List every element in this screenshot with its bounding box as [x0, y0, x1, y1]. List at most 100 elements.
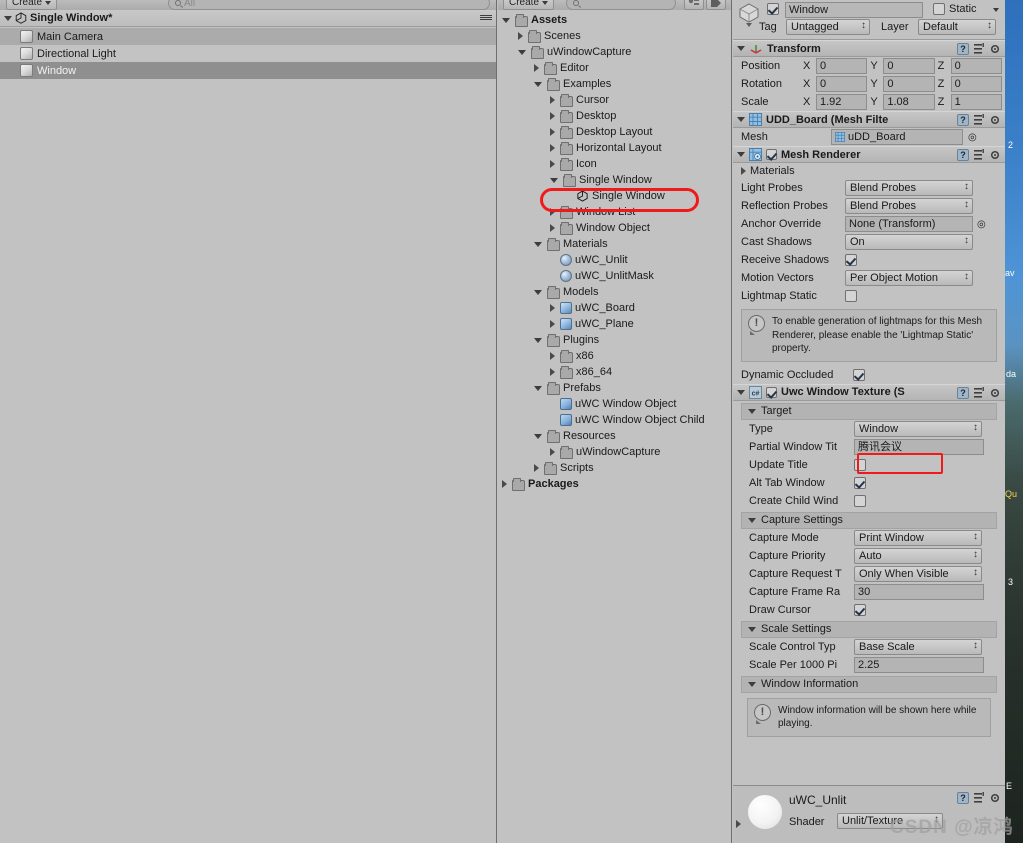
chevron-right-icon[interactable]	[550, 352, 555, 360]
hierarchy-item-directional-light[interactable]: Directional Light	[0, 45, 496, 62]
static-dropdown-icon[interactable]	[993, 8, 999, 12]
section-header-scale-settings[interactable]: Scale Settings	[741, 620, 997, 638]
update-title-checkbox[interactable]	[854, 458, 866, 471]
transform-scale-z-input[interactable]: 1	[950, 94, 1002, 110]
project-item-models[interactable]: Models	[498, 284, 731, 300]
chevron-right-icon[interactable]	[550, 208, 555, 216]
chevron-right-icon[interactable]	[550, 320, 555, 328]
project-item-uwc-board[interactable]: uWC_Board	[498, 300, 731, 316]
partial-window-tit-input[interactable]: 腾讯会议	[854, 438, 984, 455]
chevron-down-icon[interactable]	[748, 408, 756, 414]
chevron-right-icon[interactable]	[550, 368, 555, 376]
chevron-right-icon[interactable]	[502, 480, 507, 488]
hierarchy-search-input[interactable]: All	[168, 0, 490, 10]
chevron-right-icon[interactable]	[518, 32, 523, 40]
static-checkbox[interactable]	[933, 3, 945, 16]
gear-icon[interactable]	[989, 387, 1001, 399]
hamburger-menu-icon[interactable]	[480, 14, 492, 21]
gameobject-name-input[interactable]: Window	[785, 2, 923, 18]
project-item-materials[interactable]: Materials	[498, 236, 731, 252]
dynamic-occluded-checkbox[interactable]	[853, 368, 865, 381]
project-item-editor[interactable]: Editor	[498, 60, 731, 76]
chevron-down-icon[interactable]	[534, 433, 542, 439]
object-picker-icon[interactable]: ◎	[968, 132, 977, 143]
transform-rotation-y-input[interactable]: 0	[883, 76, 935, 92]
chevron-down-icon[interactable]	[737, 389, 745, 395]
tag-dropdown[interactable]: Untagged	[786, 19, 870, 35]
light-probes-dropdown[interactable]: Blend Probes	[845, 180, 973, 196]
preset-icon[interactable]	[973, 792, 985, 804]
capture-frame-ra-input[interactable]: 30	[854, 583, 984, 600]
transform-component-header[interactable]: Transform ?	[733, 40, 1005, 57]
project-item-uwindowcapture[interactable]: uWindowCapture	[498, 444, 731, 460]
meshfilter-component-header[interactable]: UDD_Board (Mesh Filte ?	[733, 111, 1005, 128]
project-create-button[interactable]: Create	[503, 0, 555, 10]
meshrenderer-enabled-checkbox[interactable]	[766, 149, 777, 160]
capture-priority-dropdown[interactable]: Auto	[854, 547, 982, 564]
project-item-x86-64[interactable]: x86_64	[498, 364, 731, 380]
chevron-down-icon[interactable]	[737, 117, 745, 122]
chevron-right-icon[interactable]	[550, 112, 555, 120]
component-buttons[interactable]: ?	[957, 43, 1001, 55]
alt-tab-window-checkbox[interactable]	[854, 476, 866, 489]
capture-mode-dropdown[interactable]: Print Window	[854, 529, 982, 546]
hierarchy-create-button[interactable]: Create	[6, 0, 58, 10]
scene-header-row[interactable]: Single Window*	[0, 10, 496, 27]
project-item-plugins[interactable]: Plugins	[498, 332, 731, 348]
object-picker-icon[interactable]: ◎	[977, 219, 986, 230]
help-icon[interactable]: ?	[957, 386, 969, 399]
uwcwindowtexture-component-header[interactable]: c# Uwc Window Texture (S ?	[733, 383, 1005, 401]
project-item-desktop-layout[interactable]: Desktop Layout	[498, 124, 731, 140]
preset-icon[interactable]	[973, 149, 985, 161]
chevron-down-icon[interactable]	[534, 385, 542, 391]
transform-rotation-x-input[interactable]: 0	[816, 76, 868, 92]
chevron-down-icon[interactable]	[748, 681, 756, 687]
transform-position-z-input[interactable]: 0	[950, 58, 1002, 74]
project-item-desktop[interactable]: Desktop	[498, 108, 731, 124]
gear-icon[interactable]	[989, 43, 1001, 55]
component-buttons[interactable]: ?	[957, 386, 1001, 399]
chevron-down-icon[interactable]	[748, 517, 756, 523]
gear-icon[interactable]	[989, 149, 1001, 161]
project-item-single-window[interactable]: Single Window	[498, 172, 731, 188]
meshrenderer-component-header[interactable]: Mesh Renderer ?	[733, 146, 1005, 163]
project-item-packages[interactable]: Packages	[498, 476, 731, 492]
transform-position-x-input[interactable]: 0	[816, 58, 868, 74]
chevron-right-icon[interactable]	[550, 160, 555, 168]
transform-rotation-z-input[interactable]: 0	[950, 76, 1002, 92]
create-child-wind-checkbox[interactable]	[854, 494, 866, 507]
chevron-down-icon[interactable]	[534, 337, 542, 343]
chevron-right-icon[interactable]	[550, 304, 555, 312]
mesh-object-field[interactable]: uDD_Board	[831, 129, 963, 145]
transform-scale-y-input[interactable]: 1.08	[883, 94, 935, 110]
component-buttons[interactable]: ?	[957, 792, 1001, 804]
component-buttons[interactable]: ?	[957, 149, 1001, 161]
chevron-down-icon[interactable]	[534, 289, 542, 295]
component-buttons[interactable]: ?	[957, 114, 1001, 126]
chevron-right-icon[interactable]	[550, 448, 555, 456]
chevron-right-icon[interactable]	[550, 128, 555, 136]
project-item-scenes[interactable]: Scenes	[498, 28, 731, 44]
anchor-override-object-field[interactable]: None (Transform)	[845, 216, 973, 232]
chevron-down-icon[interactable]	[4, 15, 12, 21]
chevron-down-icon[interactable]	[518, 49, 526, 55]
draw-cursor-checkbox[interactable]	[854, 603, 866, 616]
project-item-resources[interactable]: Resources	[498, 428, 731, 444]
uwcwindowtexture-enabled-checkbox[interactable]	[766, 386, 777, 398]
preset-icon[interactable]	[973, 43, 985, 55]
chevron-right-icon[interactable]	[534, 464, 539, 472]
project-filter-label-button[interactable]	[706, 0, 726, 10]
scale-per-1000-pi-input[interactable]: 2.25	[854, 656, 984, 673]
type-dropdown[interactable]: Window	[854, 420, 982, 437]
gameobject-active-checkbox[interactable]	[767, 3, 779, 16]
project-item-assets[interactable]: Assets	[498, 12, 731, 28]
chevron-down-icon[interactable]	[502, 17, 510, 23]
chevron-right-icon[interactable]	[741, 167, 746, 175]
chevron-right-icon[interactable]	[534, 64, 539, 72]
gear-icon[interactable]	[989, 114, 1001, 126]
help-icon[interactable]: ?	[957, 149, 969, 161]
project-item-uwc-window-object[interactable]: uWC Window Object	[498, 396, 731, 412]
help-icon[interactable]: ?	[957, 43, 969, 55]
chevron-right-icon[interactable]	[550, 224, 555, 232]
section-header-target[interactable]: Target	[741, 402, 997, 420]
